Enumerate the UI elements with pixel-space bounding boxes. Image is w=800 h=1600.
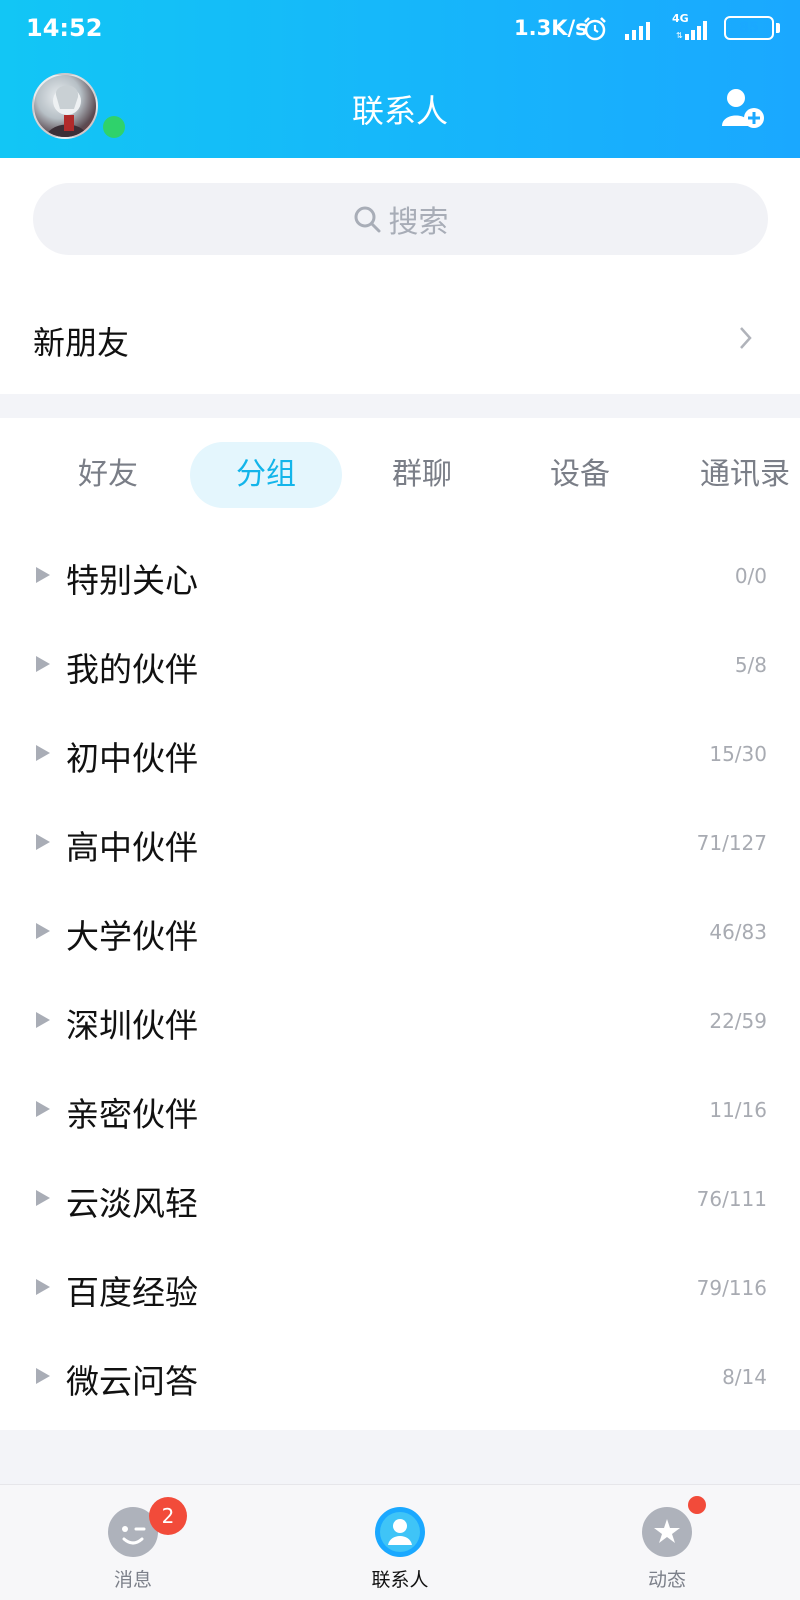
group-row[interactable]: 特别关心 0/0: [0, 534, 800, 623]
group-row[interactable]: 高中伙伴 71/127: [0, 801, 800, 890]
expand-triangle-icon: [36, 1368, 50, 1384]
battery-indicator: 85: [724, 16, 774, 40]
nav-label: 消息: [113, 1569, 152, 1591]
group-row[interactable]: 百度经验 79/116: [0, 1246, 800, 1335]
group-count: 76/111: [696, 1187, 767, 1211]
search-placeholder: 搜索: [388, 205, 449, 240]
group-count: 5/8: [734, 653, 767, 677]
network-speed: 1.3K/s: [514, 16, 588, 40]
app-header: 14:52 1.3K/s 4G ⇅ 85 联系人: [0, 0, 800, 158]
expand-triangle-icon: [36, 923, 50, 939]
group-name: 特别关心: [66, 561, 198, 600]
status-time: 14:52: [26, 14, 103, 42]
unread-badge: 2: [149, 1497, 187, 1535]
group-row[interactable]: 云淡风轻 76/111: [0, 1157, 800, 1246]
nav-messages[interactable]: 消息: [58, 1485, 208, 1600]
feed-icon: [642, 1507, 692, 1557]
expand-triangle-icon: [36, 1279, 50, 1295]
page-title: 联系人: [351, 92, 448, 130]
group-name: 云淡风轻: [66, 1184, 198, 1223]
expand-triangle-icon: [36, 567, 50, 583]
alarm-icon: [584, 17, 606, 41]
group-count: 71/127: [696, 831, 767, 855]
tab-address-book[interactable]: 通讯录: [700, 442, 800, 508]
expand-triangle-icon: [36, 834, 50, 850]
search-icon: [354, 206, 380, 233]
group-count: 22/59: [709, 1009, 767, 1033]
status-bar: 14:52 1.3K/s 4G ⇅ 85: [0, 0, 800, 58]
expand-triangle-icon: [36, 1012, 50, 1028]
group-row[interactable]: 深圳伙伴 22/59: [0, 979, 800, 1068]
group-row[interactable]: 大学伙伴 46/83: [0, 890, 800, 979]
cellular-signal-icon: ⇅: [676, 21, 707, 40]
group-name: 深圳伙伴: [66, 1006, 198, 1045]
group-name: 高中伙伴: [66, 828, 198, 867]
nav-label: 动态: [647, 1569, 686, 1591]
group-row[interactable]: 亲密伙伴 11/16: [0, 1068, 800, 1157]
group-count: 11/16: [709, 1098, 767, 1122]
chevron-right-icon: [740, 327, 752, 349]
group-count: 79/116: [696, 1276, 767, 1300]
battery-tip: [776, 23, 780, 33]
group-count: 15/30: [709, 742, 767, 766]
expand-triangle-icon: [36, 656, 50, 672]
search-input[interactable]: 搜索: [33, 183, 768, 255]
notification-dot: [688, 1496, 706, 1514]
tab-devices[interactable]: 设备: [512, 442, 648, 508]
group-name: 我的伙伴: [66, 650, 198, 689]
expand-triangle-icon: [36, 1101, 50, 1117]
group-name: 亲密伙伴: [66, 1095, 198, 1134]
expand-triangle-icon: [36, 745, 50, 761]
nav-label: 联系人: [371, 1569, 429, 1591]
new-friends-row[interactable]: 新朋友: [0, 290, 800, 394]
group-count: 0/0: [734, 564, 767, 588]
tab-friends[interactable]: 好友: [40, 442, 176, 508]
bottom-nav: 消息 联系人 动态: [0, 1484, 800, 1600]
battery-level: 85: [739, 20, 759, 36]
group-name: 百度经验: [66, 1273, 198, 1312]
group-name: 初中伙伴: [66, 739, 198, 778]
group-row[interactable]: 我的伙伴 5/8: [0, 623, 800, 712]
expand-triangle-icon: [36, 1190, 50, 1206]
group-count: 8/14: [722, 1365, 767, 1389]
group-row[interactable]: 初中伙伴 15/30: [0, 712, 800, 801]
group-name: 微云问答: [66, 1362, 198, 1401]
tab-group-chats[interactable]: 群聊: [354, 442, 490, 508]
svg-text:⇅: ⇅: [676, 31, 683, 40]
group-row[interactable]: 微云问答 8/14: [0, 1335, 800, 1424]
add-contact-icon[interactable]: [720, 86, 766, 130]
contacts-icon: [375, 1507, 425, 1557]
nav-contacts[interactable]: 联系人: [325, 1485, 475, 1600]
wifi-signal-icon: [625, 22, 650, 40]
new-friends-label: 新朋友: [33, 324, 130, 362]
tab-groups[interactable]: 分组: [190, 442, 342, 508]
group-name: 大学伙伴: [66, 917, 198, 956]
contact-tabs: 好友 分组 群聊 设备 通讯录: [0, 442, 800, 514]
group-count: 46/83: [709, 920, 767, 944]
nav-feed[interactable]: 动态: [592, 1485, 742, 1600]
